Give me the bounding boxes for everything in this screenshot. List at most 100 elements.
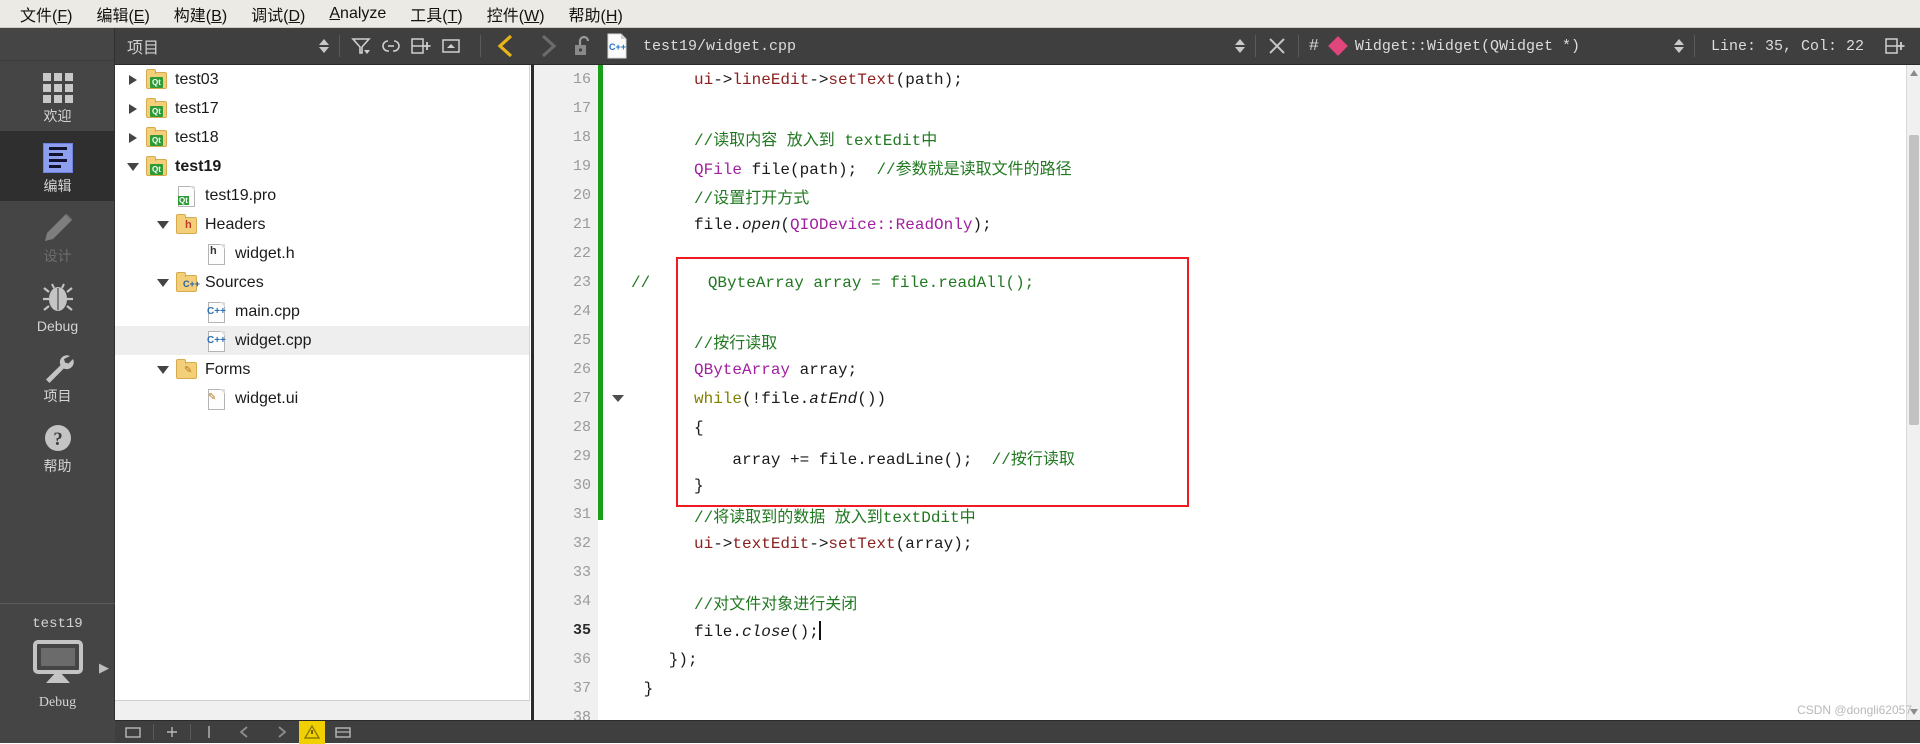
close-x-icon[interactable] bbox=[1262, 31, 1292, 61]
menu-item-8[interactable]: 帮助(H) bbox=[557, 0, 635, 29]
code-text: //对文件对象进行关闭 bbox=[694, 595, 858, 614]
code-line-20[interactable]: 20 //设置打开方式 bbox=[531, 181, 1920, 210]
menu-item-1[interactable]: 文件(F) bbox=[8, 0, 84, 29]
kit-expand-arrow-icon[interactable]: ▶ bbox=[99, 660, 109, 676]
filter-icon[interactable] bbox=[346, 31, 376, 61]
split-editor-icon[interactable] bbox=[1880, 31, 1910, 61]
unlocked-padlock-icon[interactable] bbox=[567, 31, 601, 61]
toolbar-divider-4 bbox=[1297, 35, 1299, 57]
tree-item-widget.cpp[interactable]: C++ widget.cpp bbox=[115, 326, 529, 355]
chevron-right-icon[interactable] bbox=[527, 31, 567, 61]
cpp-file-icon: C++ bbox=[601, 31, 633, 61]
chevron-down-icon[interactable] bbox=[155, 362, 171, 378]
scrollbar-thumb[interactable] bbox=[1909, 135, 1919, 425]
tree-item-Sources[interactable]: C++ Sources bbox=[115, 268, 529, 297]
code-line-37[interactable]: 37} bbox=[531, 674, 1920, 703]
symbol-selector-label[interactable]: Widget::Widget(QWidget *) bbox=[1345, 38, 1580, 55]
tree-item-test17[interactable]: Qt test17 bbox=[115, 94, 529, 123]
code-line-26[interactable]: 26 QByteArray array; bbox=[531, 355, 1920, 384]
file-path-label[interactable]: test19/widget.cpp bbox=[633, 38, 796, 55]
scroll-up-arrow-icon[interactable] bbox=[1910, 70, 1918, 76]
status-next-icon[interactable] bbox=[263, 721, 299, 744]
mode-item-Debug[interactable]: Debug bbox=[0, 271, 115, 341]
tree-item-test18[interactable]: Qt test18 bbox=[115, 123, 529, 152]
sync-spinbox-icon[interactable] bbox=[315, 39, 333, 53]
chevron-down-icon[interactable] bbox=[125, 159, 141, 175]
menu-item-6[interactable]: 工具(T) bbox=[398, 0, 474, 29]
mode-selector-sidebar: 欢迎 编辑 设计 Debug 项目? 帮助 test19 ▶ Debug bbox=[0, 28, 115, 743]
menu-item-4[interactable]: 调试(D) bbox=[239, 0, 317, 29]
code-line-35[interactable]: 35 file.close(); bbox=[531, 616, 1920, 645]
code-line-33[interactable]: 33 bbox=[531, 558, 1920, 587]
editor-vertical-scrollbar[interactable] bbox=[1906, 65, 1920, 720]
code-line-23[interactable]: 23 // QByteArray array = file.readAll(); bbox=[531, 268, 1920, 297]
code-line-30[interactable]: 30} bbox=[531, 471, 1920, 500]
hash-label[interactable]: # bbox=[1305, 37, 1323, 56]
menu-item-7[interactable]: 控件(W) bbox=[475, 0, 557, 29]
code-line-24[interactable]: 24 bbox=[531, 297, 1920, 326]
tree-item-label: Sources bbox=[205, 273, 264, 291]
split-add-icon[interactable] bbox=[406, 31, 436, 61]
code-text: //按行读取 bbox=[694, 334, 778, 353]
menu-item-2[interactable]: 编辑(E) bbox=[84, 0, 161, 29]
code-line-17[interactable]: 17 bbox=[531, 94, 1920, 123]
code-line-27[interactable]: 27 while(!file.atEnd()) bbox=[531, 384, 1920, 413]
menu-item-5[interactable]: Analyze bbox=[317, 2, 398, 26]
code-editor[interactable]: 16 ui->lineEdit->setText(path); 17 18 //读取内容… bbox=[531, 65, 1920, 720]
menu-item-3[interactable]: 构建(B) bbox=[162, 0, 239, 29]
tree-item-test19[interactable]: Qt test19 bbox=[115, 152, 529, 181]
tree-item-main.cpp[interactable]: C++ main.cpp bbox=[115, 297, 529, 326]
mode-item-帮助[interactable]: ? 帮助 bbox=[0, 411, 115, 481]
warning-indicator-icon[interactable] bbox=[299, 720, 325, 744]
chevron-right-icon[interactable] bbox=[125, 101, 141, 117]
fold-collapse-icon[interactable] bbox=[611, 384, 625, 413]
tree-item-label: test19.pro bbox=[205, 186, 277, 204]
code-line-21[interactable]: 21 file.open(QIODevice::ReadOnly); bbox=[531, 210, 1920, 239]
chevron-down-icon[interactable] bbox=[155, 275, 171, 291]
chevron-left-icon[interactable] bbox=[487, 31, 527, 61]
chevron-right-icon[interactable] bbox=[125, 130, 141, 146]
mode-item-项目[interactable]: 项目 bbox=[0, 341, 115, 411]
tree-horizontal-scrollbar[interactable] bbox=[115, 700, 530, 720]
code-line-22[interactable]: 22 bbox=[531, 239, 1920, 268]
code-line-25[interactable]: 25 //按行读取 bbox=[531, 326, 1920, 355]
code-line-34[interactable]: 34 //对文件对象进行关闭 bbox=[531, 587, 1920, 616]
status-icon-1[interactable] bbox=[115, 721, 153, 744]
symbol-dropdown-spinbox[interactable] bbox=[1670, 39, 1688, 53]
line-number: 16 bbox=[572, 71, 591, 88]
mode-item-编辑[interactable]: 编辑 bbox=[0, 131, 115, 201]
code-text: ui->lineEdit->setText(path); bbox=[694, 70, 963, 89]
tree-item-test03[interactable]: Qt test03 bbox=[115, 65, 529, 94]
status-icon-3[interactable] bbox=[191, 721, 227, 744]
file-ui-icon: ✎ bbox=[205, 388, 227, 410]
status-icon-4[interactable] bbox=[325, 721, 363, 744]
link-icon[interactable] bbox=[376, 31, 406, 61]
code-line-18[interactable]: 18 //读取内容 放入到 textEdit中 bbox=[531, 123, 1920, 152]
chevron-down-icon[interactable] bbox=[155, 217, 171, 233]
code-line-28[interactable]: 28 { bbox=[531, 413, 1920, 442]
project-tree[interactable]: Qt test03 Qt test17 Qt test18 Qt test19 Qt test19… bbox=[115, 65, 530, 720]
code-line-32[interactable]: 32 ui->textEdit->setText(array); bbox=[531, 529, 1920, 558]
toolbar-divider-5 bbox=[1693, 35, 1695, 57]
folder-h-icon: h bbox=[175, 213, 197, 235]
edit-lines-icon bbox=[42, 139, 73, 177]
tree-item-widget.h[interactable]: h widget.h bbox=[115, 239, 529, 268]
file-dropdown-spinbox[interactable] bbox=[1231, 39, 1249, 53]
code-line-38[interactable]: 38 bbox=[531, 703, 1920, 720]
status-bar bbox=[115, 720, 1920, 744]
minimize-panel-icon[interactable] bbox=[436, 31, 466, 61]
code-line-36[interactable]: 36}); bbox=[531, 645, 1920, 674]
code-line-29[interactable]: 29 array += file.readLine(); //按行读取 bbox=[531, 442, 1920, 471]
tree-item-widget.ui[interactable]: ✎ widget.ui bbox=[115, 384, 529, 413]
chevron-right-icon[interactable] bbox=[125, 72, 141, 88]
code-line-19[interactable]: 19 QFile file(path); //参数就是读取文件的路径 bbox=[531, 152, 1920, 181]
mode-item-欢迎[interactable]: 欢迎 bbox=[0, 61, 115, 131]
code-line-16[interactable]: 16 ui->lineEdit->setText(path); bbox=[531, 65, 1920, 94]
status-prev-icon[interactable] bbox=[227, 721, 263, 744]
tree-item-Forms[interactable]: ✎ Forms bbox=[115, 355, 529, 384]
tree-item-Headers[interactable]: h Headers bbox=[115, 210, 529, 239]
code-line-31[interactable]: 31 //将读取到的数据 放入到textDdit中 bbox=[531, 500, 1920, 529]
status-icon-2[interactable] bbox=[154, 721, 190, 744]
mode-item-label: 设计 bbox=[43, 247, 72, 264]
tree-item-test19.pro[interactable]: Qt test19.pro bbox=[115, 181, 529, 210]
